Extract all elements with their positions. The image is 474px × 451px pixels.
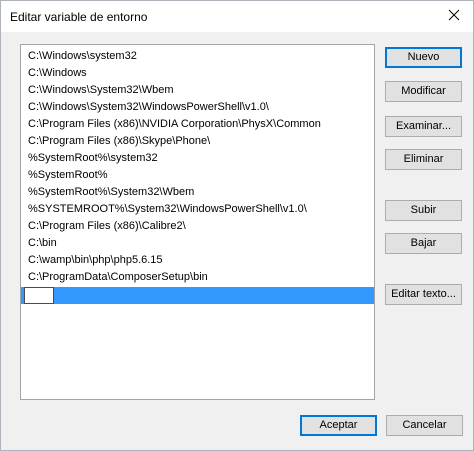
list-item-text: %SYSTEMROOT%\System32\WindowsPowerShell\… <box>28 203 307 215</box>
list-item[interactable]: %SYSTEMROOT%\System32\WindowsPowerShell\… <box>21 201 374 218</box>
dialog-title: Editar variable de entorno <box>10 10 148 24</box>
list-item[interactable]: C:\Windows <box>21 65 374 82</box>
list-item[interactable]: C:\Windows\system32 <box>21 48 374 65</box>
bajar-button[interactable]: Bajar <box>385 233 462 254</box>
list-item-text: C:\wamp\bin\php\php5.6.15 <box>28 254 163 266</box>
list-item[interactable]: C:\ProgramData\ComposerSetup\bin <box>21 269 374 286</box>
list-item-text: %SystemRoot% <box>28 169 108 181</box>
list-item[interactable]: %SystemRoot%\system32 <box>21 150 374 167</box>
list-item-text: C:\ProgramData\ComposerSetup\bin <box>28 271 208 283</box>
list-item-text: C:\Program Files (x86)\Calibre2\ <box>28 220 186 232</box>
subir-button[interactable]: Subir <box>385 200 462 221</box>
edit-env-variable-dialog: Editar variable de entorno C:\Windows\sy… <box>0 0 474 451</box>
list-item-text: C:\Windows\system32 <box>28 50 137 62</box>
list-item-text: C:\Windows\System32\WindowsPowerShell\v1… <box>28 101 269 113</box>
editar-texto-button[interactable]: Editar texto... <box>385 284 462 305</box>
title-bar: Editar variable de entorno <box>1 1 473 32</box>
cancelar-button[interactable]: Cancelar <box>386 415 463 436</box>
list-item-text: %SystemRoot%\system32 <box>28 152 158 164</box>
list-item[interactable]: %SystemRoot% <box>21 167 374 184</box>
list-item[interactable]: C:\Program Files (x86)\Skype\Phone\ <box>21 133 374 150</box>
list-item[interactable]: C:\Windows\System32\WindowsPowerShell\v1… <box>21 99 374 116</box>
path-list[interactable]: C:\Windows\system32 C:\Windows C:\Window… <box>20 44 375 400</box>
close-icon[interactable] <box>443 4 465 26</box>
inline-edit-field[interactable] <box>24 287 54 304</box>
modificar-button[interactable]: Modificar <box>385 81 462 102</box>
list-item-selected[interactable] <box>21 287 374 304</box>
examinar-button[interactable]: Examinar... <box>385 116 462 137</box>
list-item[interactable]: %SystemRoot%\System32\Wbem <box>21 184 374 201</box>
list-item[interactable]: C:\Program Files (x86)\Calibre2\ <box>21 218 374 235</box>
nuevo-button[interactable]: Nuevo <box>385 47 462 68</box>
eliminar-button[interactable]: Eliminar <box>385 149 462 170</box>
list-item-text: C:\bin <box>28 237 57 249</box>
list-item[interactable]: C:\Windows\System32\Wbem <box>21 82 374 99</box>
list-item-text: C:\Windows <box>28 67 87 79</box>
aceptar-button[interactable]: Aceptar <box>300 415 377 436</box>
list-item-text: C:\Program Files (x86)\Skype\Phone\ <box>28 135 211 147</box>
list-item-text: %SystemRoot%\System32\Wbem <box>28 186 195 198</box>
list-item-text: C:\Windows\System32\Wbem <box>28 84 174 96</box>
list-item[interactable]: C:\wamp\bin\php\php5.6.15 <box>21 252 374 269</box>
list-item[interactable]: C:\Program Files (x86)\NVIDIA Corporatio… <box>21 116 374 133</box>
list-item-text: C:\Program Files (x86)\NVIDIA Corporatio… <box>28 118 321 130</box>
list-item[interactable]: C:\bin <box>21 235 374 252</box>
